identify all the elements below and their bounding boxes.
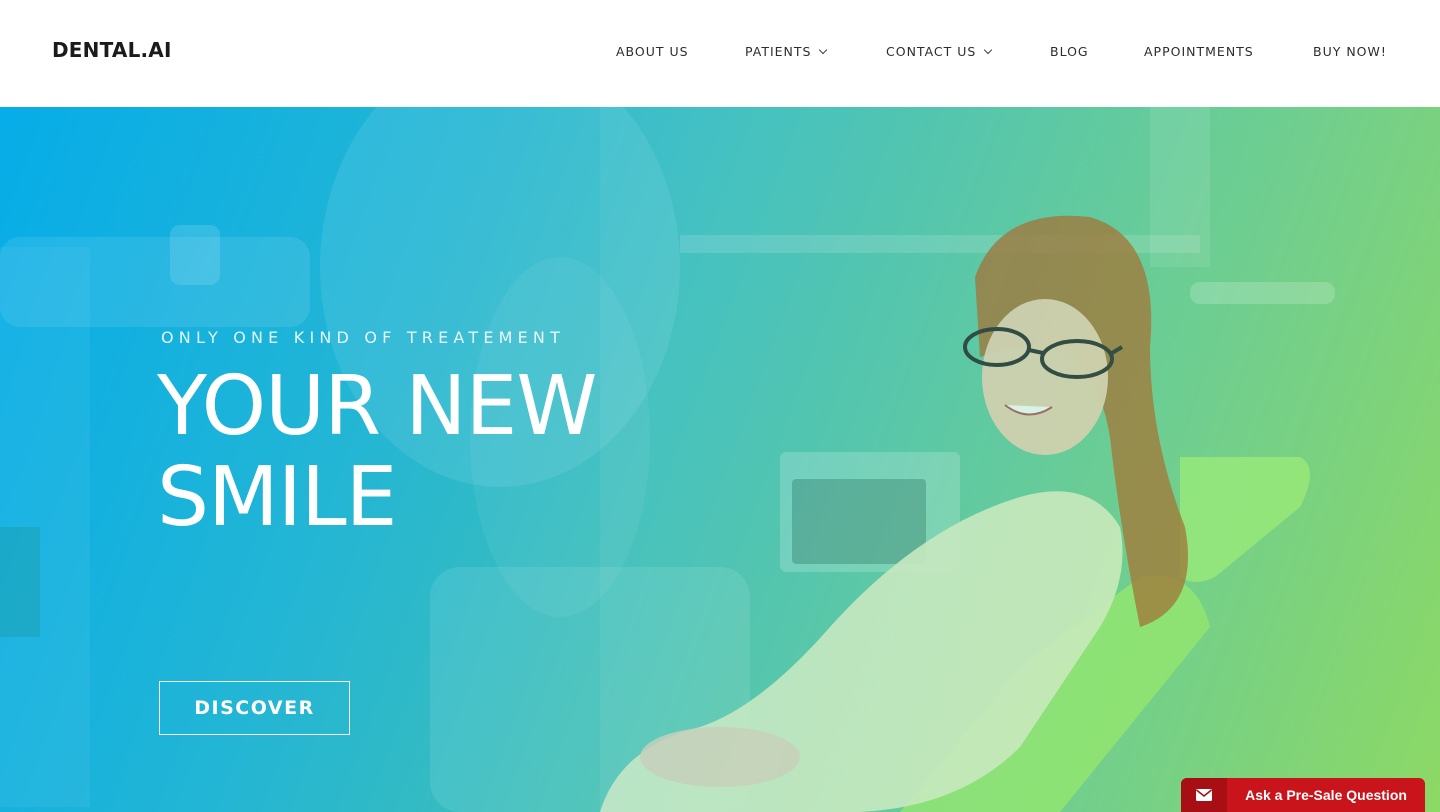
site-header: DENTAL.AI ABOUT US PATIENTS CONTACT US B… — [0, 0, 1440, 107]
nav-contact-us-label: CONTACT US — [886, 44, 977, 59]
nav-appointments-label: APPOINTMENTS — [1144, 44, 1254, 59]
envelope-icon — [1181, 778, 1227, 812]
hero-section: ONLY ONE KIND OF TREATEMENT YOUR NEW SMI… — [0, 107, 1440, 812]
nav-about-us-label: ABOUT US — [616, 44, 689, 59]
nav-appointments[interactable]: APPOINTMENTS — [1144, 44, 1254, 59]
nav-blog[interactable]: BLOG — [1050, 44, 1089, 59]
hero-headline-line1: YOUR NEW — [157, 359, 597, 454]
nav-blog-label: BLOG — [1050, 44, 1089, 59]
presale-question-button[interactable]: Ask a Pre-Sale Question — [1181, 778, 1425, 812]
hero-eyebrow: ONLY ONE KIND OF TREATEMENT — [161, 328, 566, 347]
chevron-down-icon — [819, 45, 828, 54]
chevron-down-icon — [984, 45, 993, 54]
nav-about-us[interactable]: ABOUT US — [616, 44, 689, 59]
nav-patients-label: PATIENTS — [745, 44, 812, 59]
nav-buy-now-label: BUY NOW! — [1313, 44, 1387, 59]
hero-headline-line2: SMILE — [157, 450, 397, 545]
main-nav: ABOUT US PATIENTS CONTACT US BLOG APPOIN… — [0, 44, 1440, 60]
discover-button[interactable]: DISCOVER — [159, 681, 350, 735]
hero-headline: YOUR NEW SMILE — [157, 361, 777, 543]
nav-patients[interactable]: PATIENTS — [745, 44, 828, 59]
presale-label: Ask a Pre-Sale Question — [1245, 787, 1407, 803]
nav-contact-us[interactable]: CONTACT US — [886, 44, 993, 59]
nav-buy-now[interactable]: BUY NOW! — [1313, 44, 1387, 59]
